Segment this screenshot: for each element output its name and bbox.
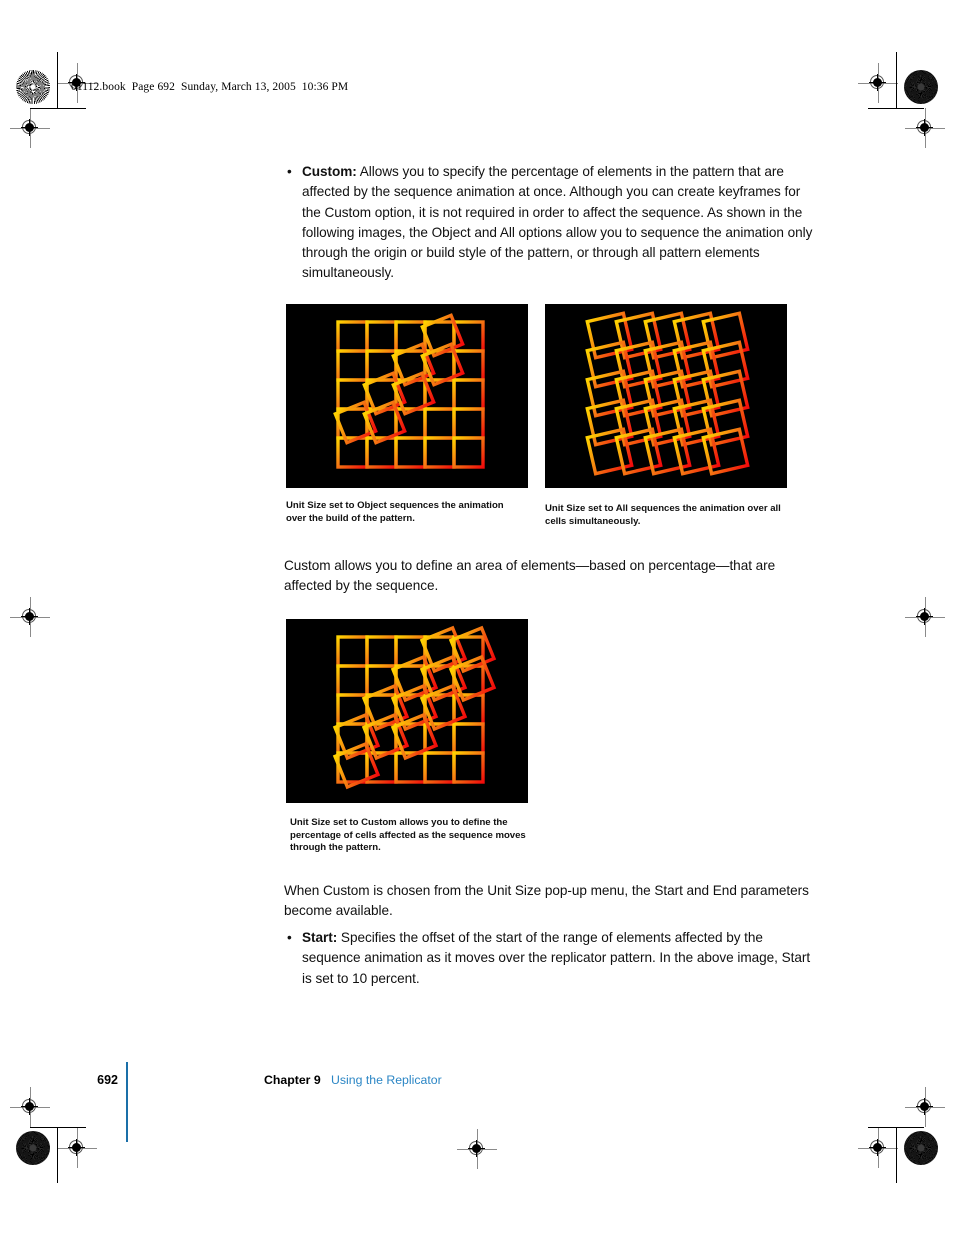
- bullet-start: • Start: Specifies the offset of the sta…: [284, 928, 818, 989]
- footer-accent-rule: [126, 1062, 128, 1142]
- bullet-custom-lead: Custom:: [302, 164, 357, 179]
- footer-chapter: Chapter 9 Using the Replicator: [264, 1073, 442, 1087]
- trim-rule-bottom-left-vertical: [57, 1127, 58, 1183]
- paragraph-custom-area-wrap: Custom allows you to define an area of e…: [284, 556, 818, 597]
- figure-all-image: [545, 304, 787, 488]
- footer-chapter-title[interactable]: Using the Replicator: [331, 1073, 442, 1087]
- registration-crosshair-bottom-left: [57, 1128, 97, 1168]
- trim-rule-top-left-vertical: [57, 52, 58, 108]
- figure-object-image: [286, 304, 528, 488]
- trim-rule-top-right-vertical: [896, 52, 897, 108]
- trim-rule-bottom-right-vertical: [896, 1127, 897, 1183]
- figure-object-caption: Unit Size set to Object sequences the an…: [286, 500, 504, 524]
- bullet-custom-text: Custom: Allows you to specify the percen…: [302, 162, 818, 284]
- figure-all-caption-wrap: Unit Size set to All sequences the anima…: [545, 503, 785, 528]
- halftone-rosette-bottom-right: [904, 1131, 938, 1165]
- halftone-rosette-top-left: [16, 70, 50, 104]
- registration-crosshair-bottom-center: [457, 1129, 497, 1169]
- figure-custom-caption-wrap: Unit Size set to Custom allows you to de…: [290, 817, 535, 855]
- trim-rule-bottom-left-horizontal: [30, 1127, 86, 1128]
- trim-rule-top-right-horizontal: [868, 108, 924, 109]
- footer-chapter-label: Chapter 9: [264, 1073, 321, 1087]
- registration-crosshair-mid-left: [10, 597, 50, 637]
- replicator-pattern-object: [286, 304, 528, 488]
- registration-crosshair-bottom-right: [858, 1128, 898, 1168]
- bullet-start-lead: Start:: [302, 930, 338, 945]
- halftone-rosette-bottom-left: [16, 1131, 50, 1165]
- registration-crosshair-top-right: [858, 63, 898, 103]
- replicator-pattern-all: [545, 304, 787, 488]
- registration-crosshair-lower-left-edge: [10, 1087, 50, 1127]
- bullet-custom: • Custom: Allows you to specify the perc…: [284, 162, 818, 284]
- trim-rule-top-left-horizontal: [30, 108, 86, 109]
- footer-spacer: [321, 1073, 331, 1087]
- page-number: 692: [97, 1073, 118, 1087]
- figure-all-caption: Unit Size set to All sequences the anima…: [545, 503, 781, 527]
- bullet-start-text: Start: Specifies the offset of the start…: [302, 928, 818, 989]
- file-header-stamp: 01112.book Page 692 Sunday, March 13, 20…: [71, 81, 349, 93]
- figure-custom-caption: Unit Size set to Custom allows you to de…: [290, 817, 526, 854]
- registration-crosshair-upper-left-edge: [10, 108, 50, 148]
- figure-object-caption-wrap: Unit Size set to Object sequences the an…: [286, 500, 526, 525]
- registration-crosshair-lower-right-edge: [905, 1087, 945, 1127]
- figure-custom-image: [286, 619, 528, 803]
- registration-crosshair-mid-right: [905, 597, 945, 637]
- bullet-glyph-icon: •: [287, 164, 292, 179]
- paragraph-when-custom-wrap: When Custom is chosen from the Unit Size…: [284, 881, 818, 922]
- halftone-rosette-top-right: [904, 70, 938, 104]
- registration-crosshair-upper-right-edge: [905, 108, 945, 148]
- bullet-custom-body: Allows you to specify the percentage of …: [302, 164, 813, 281]
- bullet-glyph-icon-start: •: [287, 930, 292, 945]
- replicator-pattern-custom: [286, 619, 528, 803]
- paragraph-when-custom: When Custom is chosen from the Unit Size…: [284, 883, 809, 919]
- bullet-start-body: Specifies the offset of the start of the…: [302, 930, 811, 986]
- paragraph-custom-area: Custom allows you to define an area of e…: [284, 558, 776, 594]
